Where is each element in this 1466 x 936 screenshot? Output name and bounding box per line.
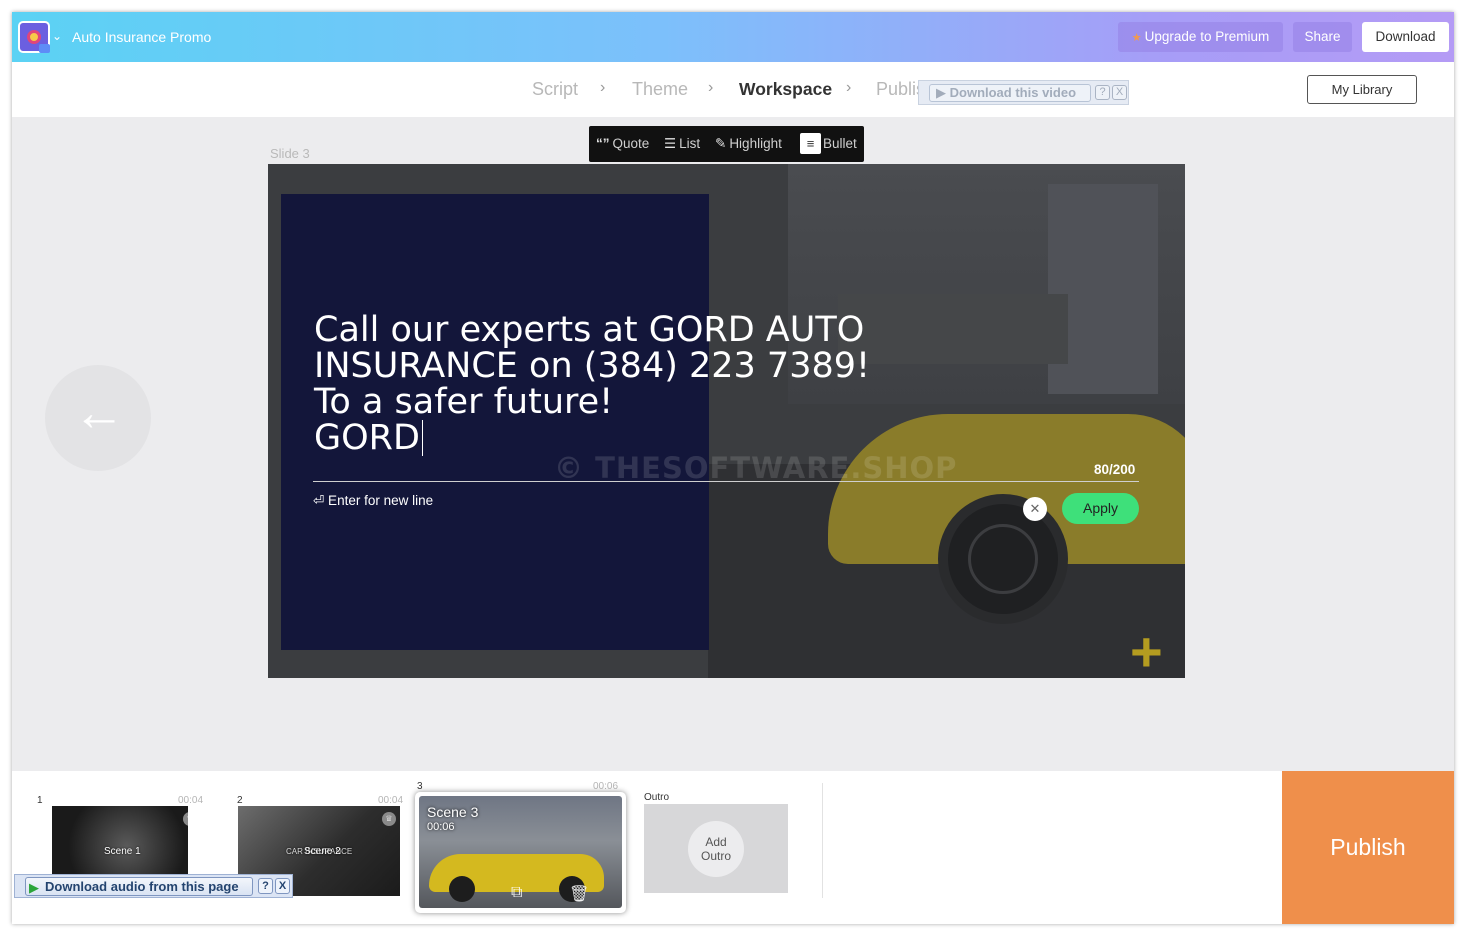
step-script[interactable]: Script bbox=[532, 79, 578, 100]
cancel-edit-button[interactable]: ✕ bbox=[1023, 497, 1047, 521]
download-button[interactable]: Download bbox=[1362, 22, 1449, 52]
top-bar: ⌄ Auto Insurance Promo ★ Upgrade to Premi… bbox=[12, 12, 1454, 62]
chevron-right-icon: › bbox=[846, 79, 852, 96]
previous-slide-button[interactable]: ← bbox=[45, 365, 151, 471]
chevron-right-icon: › bbox=[708, 79, 714, 96]
step-theme[interactable]: Theme bbox=[632, 79, 688, 100]
help-icon[interactable]: ? bbox=[1095, 85, 1110, 100]
add-outro-button[interactable]: Add Outro bbox=[688, 821, 744, 877]
crown-icon: ♕ bbox=[382, 812, 396, 826]
car-wheel bbox=[449, 876, 475, 902]
char-count: 80/200 bbox=[1094, 462, 1136, 477]
outro-card: Add Outro bbox=[644, 804, 788, 893]
plus-icon: + bbox=[1130, 620, 1163, 679]
watermark-text: © THESOFTWARE.SHOP bbox=[554, 451, 958, 485]
close-icon[interactable]: X bbox=[275, 878, 290, 894]
format-toolbar: “” Quote ☰ List ✎ Highlight ≡ Bullet bbox=[589, 126, 864, 162]
apply-button[interactable]: Apply bbox=[1062, 493, 1139, 524]
scene-number: 3 bbox=[417, 781, 423, 792]
quote-label: Quote bbox=[612, 136, 650, 151]
chevron-right-icon: › bbox=[600, 79, 606, 96]
enter-hint: ⏎ Enter for new line bbox=[313, 493, 434, 508]
scene-card-duration: 00:06 bbox=[427, 821, 455, 833]
share-button[interactable]: Share bbox=[1293, 22, 1352, 52]
upgrade-button[interactable]: ★ Upgrade to Premium bbox=[1118, 22, 1283, 52]
scene-number: 1 bbox=[37, 795, 43, 806]
text-caret bbox=[421, 420, 423, 456]
upgrade-label: Upgrade to Premium bbox=[1144, 29, 1270, 44]
list-button[interactable]: ☰ List bbox=[664, 136, 700, 152]
scene-number: 2 bbox=[237, 795, 243, 806]
duplicate-icon[interactable]: ⧉ bbox=[511, 884, 522, 902]
slide-text-line: To a safer future! bbox=[314, 382, 614, 422]
slide-text-line: INSURANCE on (384) 223 7389! bbox=[314, 346, 871, 386]
app-window: ⌄ Auto Insurance Promo ★ Upgrade to Premi… bbox=[12, 12, 1454, 924]
slide-text-line-content: GORD bbox=[314, 418, 420, 458]
project-title[interactable]: Auto Insurance Promo bbox=[72, 29, 211, 45]
scene-caption: Scene 1 bbox=[104, 846, 141, 857]
download-audio-overlay: ▶ Download audio from this page ? X bbox=[14, 874, 293, 898]
crown-icon: ♕ bbox=[183, 812, 188, 826]
help-icon[interactable]: ? bbox=[258, 878, 273, 894]
slide-text-editor[interactable]: Call our experts at GORD AUTO INSURANCE … bbox=[314, 312, 874, 456]
timeline-divider bbox=[822, 783, 823, 898]
car-rim bbox=[968, 524, 1038, 594]
add-outro-label: Outro bbox=[700, 849, 731, 863]
play-icon: ▶ bbox=[29, 880, 39, 895]
scene-thumbnail: Scene 3 00:06 ⧉ 🗑 bbox=[419, 796, 622, 908]
quote-icon: “” bbox=[596, 136, 610, 151]
app-logo-eye bbox=[27, 30, 41, 44]
close-icon[interactable]: X bbox=[1112, 85, 1127, 100]
slide-label: Slide 3 bbox=[270, 146, 310, 161]
trash-icon[interactable]: 🗑 bbox=[569, 884, 589, 904]
download-audio-label: Download audio from this page bbox=[45, 879, 239, 894]
download-video-label: Download this video bbox=[949, 85, 1077, 100]
slide-canvas[interactable]: + © THESOFTWARE.SHOP Call our experts at… bbox=[268, 164, 1185, 678]
step-workspace[interactable]: Workspace bbox=[739, 79, 832, 100]
steps-bar: Script › Theme › Workspace › Publish ▶ D… bbox=[12, 62, 1454, 117]
scene-duration: 00:04 bbox=[378, 795, 404, 806]
chevron-down-icon[interactable]: ⌄ bbox=[52, 29, 62, 43]
list-label: List bbox=[679, 136, 701, 151]
highlight-label: Highlight bbox=[729, 136, 782, 151]
app-logo-badge bbox=[39, 44, 50, 53]
download-audio-button[interactable]: ▶ Download audio from this page bbox=[25, 877, 253, 896]
add-outro-label: Add bbox=[705, 835, 727, 849]
play-icon: ▶ bbox=[936, 85, 946, 100]
bullet-list-icon[interactable]: ≡ bbox=[800, 133, 821, 154]
highlight-button[interactable]: ✎ Highlight bbox=[715, 136, 782, 152]
timeline: 1 00:04 Scene 1 ♕ 2 00:04 CAR INSURANCE … bbox=[12, 771, 1454, 924]
app-logo-icon[interactable] bbox=[18, 21, 50, 53]
list-icon: ☰ bbox=[664, 136, 677, 151]
bullet-label[interactable]: Bullet bbox=[823, 136, 857, 151]
scene-card-3-selected[interactable]: Scene 3 00:06 ⧉ 🗑 bbox=[415, 792, 626, 913]
quote-button[interactable]: “” Quote bbox=[596, 136, 649, 151]
arrow-left-icon: ← bbox=[73, 384, 125, 442]
publish-button[interactable]: Publish bbox=[1282, 771, 1454, 924]
scene-title: Scene 3 bbox=[427, 804, 479, 820]
scene-caption: Scene 2 bbox=[304, 846, 341, 857]
scene-duration: 00:04 bbox=[178, 795, 204, 806]
slide-text-line: Call our experts at GORD AUTO bbox=[314, 310, 865, 350]
download-video-overlay: ▶ Download this video ? X bbox=[918, 80, 1129, 105]
download-video-button[interactable]: ▶ Download this video bbox=[929, 84, 1091, 102]
close-icon: ✕ bbox=[1029, 501, 1041, 516]
outro-label: Outro bbox=[644, 792, 670, 803]
slide-text-line-last: GORD bbox=[314, 420, 874, 456]
pen-icon: ✎ bbox=[715, 136, 727, 151]
scene-duration: 00:06 bbox=[593, 781, 619, 792]
star-icon: ★ bbox=[1131, 32, 1142, 44]
my-library-button[interactable]: My Library bbox=[1307, 75, 1417, 104]
editor-underline bbox=[313, 481, 1139, 482]
